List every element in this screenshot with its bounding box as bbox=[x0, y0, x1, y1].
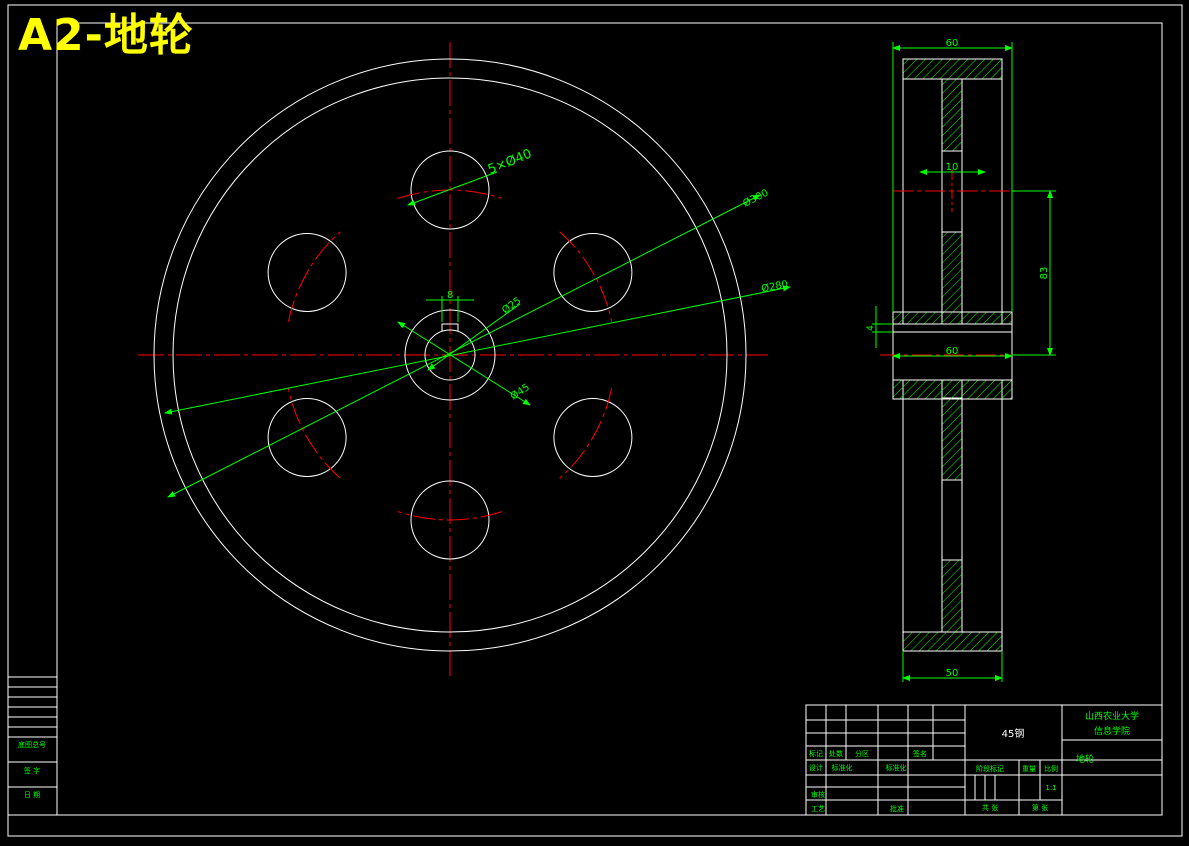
dim-hub-dia: Ø45 bbox=[508, 381, 532, 402]
tb-standardize: 标准化 bbox=[832, 763, 853, 772]
drawing-sheet: 底图总号 签 字 日 期 5×Ø40 Ø300 Ø280 Ø25 Ø45 8 6… bbox=[0, 0, 1189, 841]
web-hatch-1 bbox=[941, 78, 963, 152]
tb-part-name: 地轮 bbox=[1076, 753, 1094, 765]
dim-rim-width: 50 bbox=[946, 668, 959, 679]
outer-border bbox=[7, 4, 1183, 837]
pitch-arc-6 bbox=[287, 231, 341, 322]
rim-top-hatch bbox=[902, 58, 1003, 80]
dim-web-thickness: 10 bbox=[946, 162, 959, 173]
tb-review: 审核 bbox=[811, 790, 825, 799]
dim-radial: 83 bbox=[1039, 267, 1050, 280]
hub-top bbox=[892, 311, 1013, 325]
inner-border bbox=[56, 22, 1163, 816]
dim-leader-holes bbox=[407, 171, 498, 206]
dim-overall-width: 60 bbox=[946, 38, 959, 49]
tb-weight: 重量 bbox=[1022, 765, 1036, 773]
tb-zone: 分区 bbox=[855, 749, 869, 758]
web-hatch-4 bbox=[941, 559, 963, 633]
dim-outer-dia: Ø300 bbox=[741, 187, 770, 210]
section-view: 60 10 83 4 60 50 bbox=[866, 38, 1056, 682]
tb-school-2: 信息学院 bbox=[1094, 725, 1130, 737]
rim-bottom-hatch bbox=[902, 631, 1003, 652]
dim-keyway: 8 bbox=[447, 290, 453, 301]
front-view: 5×Ø40 Ø300 Ø280 Ø25 Ø45 8 bbox=[138, 42, 791, 678]
tb-scale: 比例 bbox=[1044, 764, 1058, 773]
dim-leader-rim-dia bbox=[164, 285, 791, 415]
tb-count: 处数 bbox=[829, 749, 843, 758]
cad-drawing: 底图总号 签 字 日 期 5×Ø40 Ø300 Ø280 Ø25 Ø45 8 6… bbox=[7, 4, 1183, 837]
strip-label-drawing-no: 底图总号 bbox=[18, 740, 46, 749]
title-block-text: 45钢 山西农业大学 信息学院 地轮 标记 处数 分区 签名 设计 标准化 标准… bbox=[809, 710, 1139, 813]
web-hatch-2 bbox=[941, 231, 963, 313]
dim-bore-dia: Ø25 bbox=[500, 295, 524, 317]
tb-approve: 批准 bbox=[890, 804, 904, 813]
pitch-arc-5 bbox=[287, 388, 341, 479]
tb-standardize-2: 标准化 bbox=[886, 763, 907, 772]
dim-leader-outer-dia bbox=[167, 194, 761, 498]
pitch-arc-2 bbox=[559, 231, 613, 322]
tb-stage-mark: 阶段标记 bbox=[976, 764, 1004, 773]
tb-process: 工艺 bbox=[811, 805, 825, 813]
hub-bottom bbox=[892, 379, 1013, 400]
tb-sheet-no: 第 张 bbox=[1032, 803, 1048, 812]
tb-mark: 标记 bbox=[809, 749, 823, 758]
tb-design: 设计 bbox=[809, 763, 823, 772]
tb-sheets-total: 共 张 bbox=[982, 803, 998, 812]
dim-rim-dia: Ø280 bbox=[760, 278, 789, 295]
tb-scale-value: 1:1 bbox=[1045, 784, 1056, 792]
tb-school-1: 山西农业大学 bbox=[1085, 710, 1139, 722]
strip-label-date: 日 期 bbox=[24, 791, 40, 799]
dim-hub-width: 60 bbox=[946, 346, 959, 357]
dim-step: 4 bbox=[866, 325, 876, 331]
tb-sign: 签名 bbox=[913, 749, 927, 758]
dim-holes: 5×Ø40 bbox=[486, 147, 534, 178]
web-hatch-3 bbox=[941, 397, 963, 481]
tb-material: 45钢 bbox=[1002, 727, 1025, 740]
strip-label-sign: 签 字 bbox=[24, 766, 40, 775]
pitch-arc-3 bbox=[559, 388, 613, 479]
page-title: A2-地轮 bbox=[18, 10, 194, 61]
